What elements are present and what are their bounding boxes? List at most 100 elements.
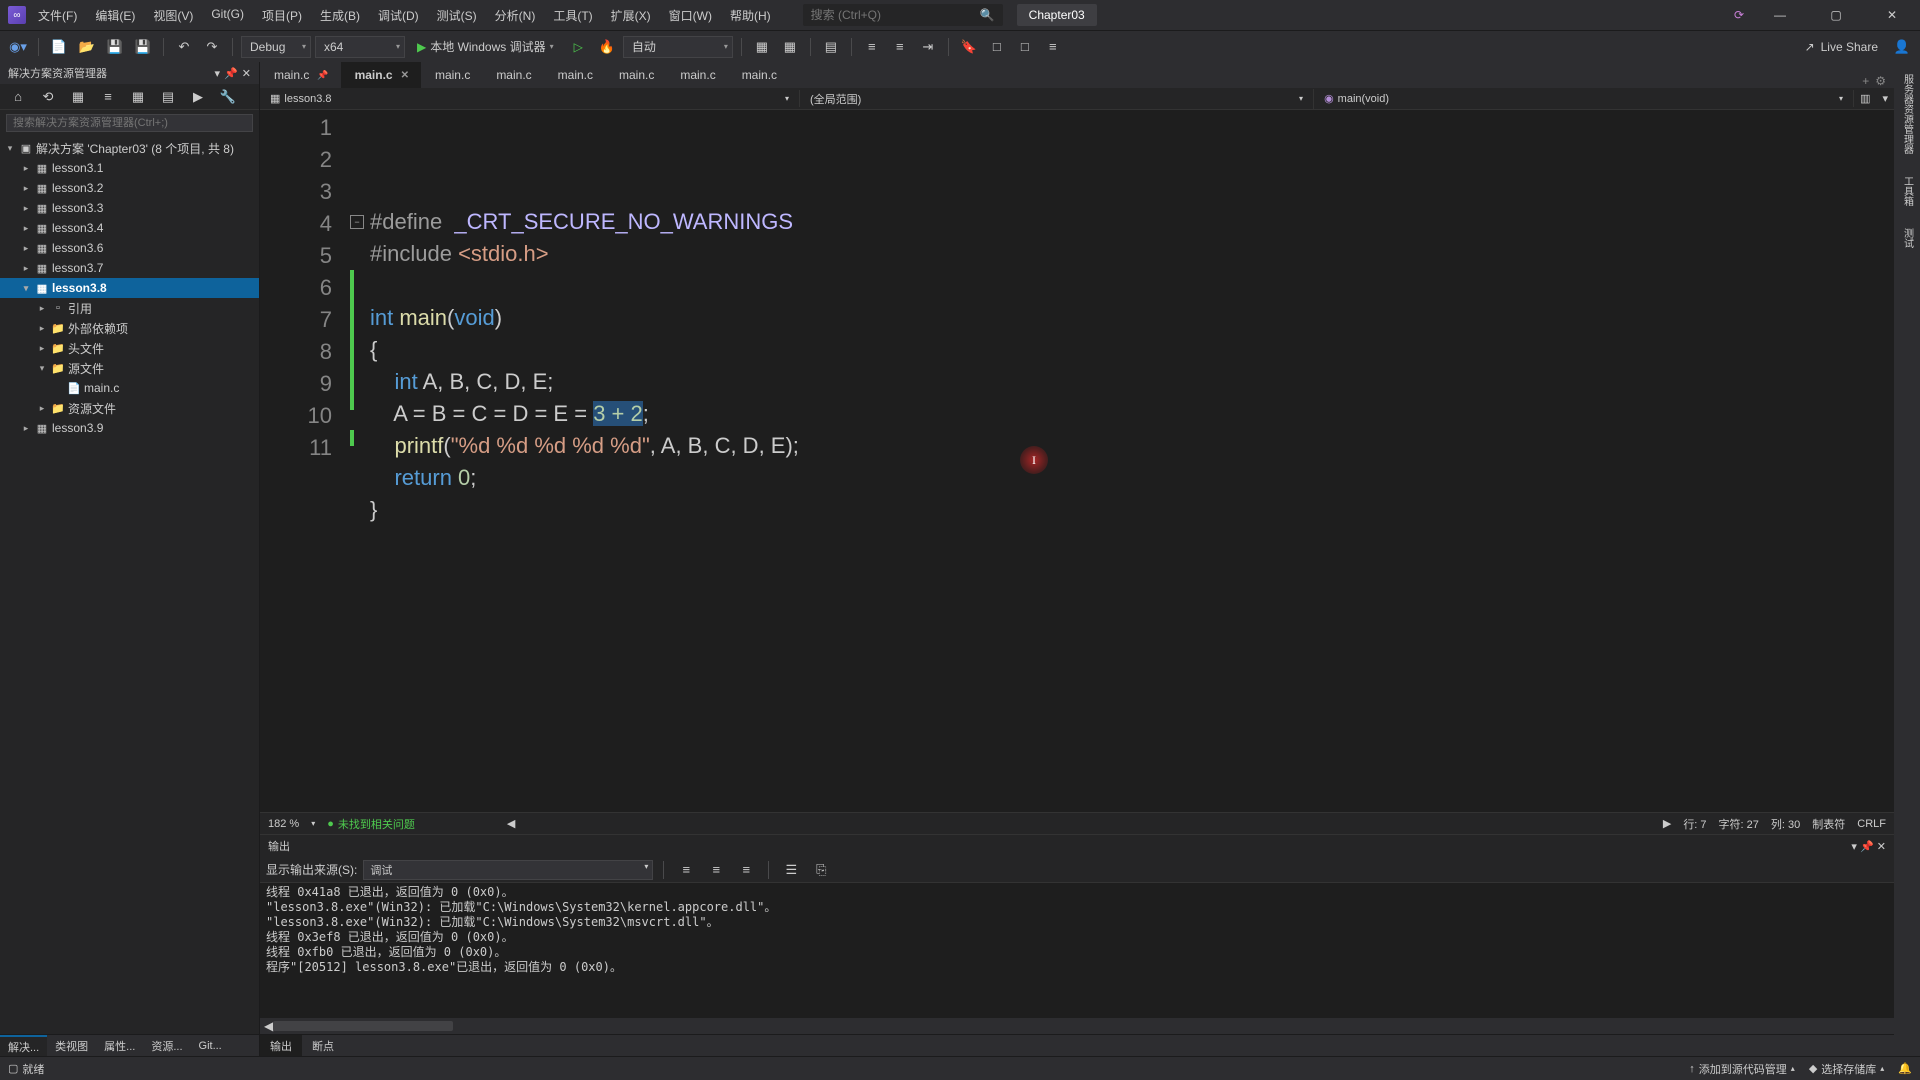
rail-button[interactable]: 服务器资源管理器: [1898, 70, 1917, 158]
auto-dropdown[interactable]: 自动: [623, 36, 733, 58]
editor-tab[interactable]: main.c: [666, 62, 727, 88]
project-node-active[interactable]: ▾▦lesson3.8: [0, 278, 259, 298]
home-icon[interactable]: ⌂: [6, 85, 30, 109]
tb-se-4[interactable]: ▤: [156, 85, 180, 109]
expand-icon[interactable]: ▸: [20, 223, 32, 234]
project-folder[interactable]: ▸📁头文件: [0, 338, 259, 358]
expand-icon[interactable]: ▸: [36, 303, 48, 314]
code-editor[interactable]: 1234567891011 − #define _CRT_SECURE_NO_W…: [260, 110, 1894, 812]
zoom-chevron-icon[interactable]: ▾: [311, 819, 315, 828]
bottom-tab[interactable]: 断点: [302, 1035, 344, 1056]
expand-icon[interactable]: ▾: [4, 143, 16, 154]
scroll-left-icon[interactable]: ◀: [264, 1019, 273, 1033]
scroll-right-icon[interactable]: ▶: [1663, 817, 1671, 830]
back-icon[interactable]: ◉▾: [6, 35, 30, 59]
new-file-icon[interactable]: 📄: [47, 35, 71, 59]
code-line[interactable]: [370, 270, 799, 302]
minimize-button[interactable]: —: [1760, 1, 1800, 29]
project-node[interactable]: ▸▦lesson3.1: [0, 158, 259, 178]
sidebar-tab[interactable]: Git...: [191, 1035, 230, 1056]
tb-se-3[interactable]: ▦: [126, 85, 150, 109]
tb-icon-5[interactable]: □: [1013, 35, 1037, 59]
project-folder[interactable]: ▸📁资源文件: [0, 398, 259, 418]
editor-tab[interactable]: main.c✕: [341, 62, 421, 88]
hot-reload-icon[interactable]: 🔥: [595, 35, 619, 59]
menu-item[interactable]: 窗口(W): [661, 3, 720, 28]
zoom-level[interactable]: 182 %: [268, 818, 299, 830]
wrench-icon[interactable]: 🔧: [216, 85, 240, 109]
bottom-tab[interactable]: 输出: [260, 1035, 302, 1056]
tab-menu-icon[interactable]: ⚙: [1875, 74, 1886, 88]
expand-icon[interactable]: ▸: [36, 403, 48, 414]
tab-add-icon[interactable]: +: [1862, 74, 1869, 88]
out-close-icon[interactable]: ✕: [1877, 841, 1886, 853]
editor-tab[interactable]: main.c: [482, 62, 543, 88]
tb-se-5[interactable]: ▶: [186, 85, 210, 109]
uncomment-icon[interactable]: ≡: [888, 35, 912, 59]
code-line[interactable]: }: [370, 494, 799, 526]
expand-icon[interactable]: ▸: [20, 263, 32, 274]
redo-icon[interactable]: ↷: [200, 35, 224, 59]
code-line[interactable]: [370, 526, 799, 558]
start-without-debug-button[interactable]: ▷: [566, 35, 591, 59]
menu-item[interactable]: 生成(B): [312, 3, 368, 28]
project-node[interactable]: ▸▦lesson3.3: [0, 198, 259, 218]
solution-search-input[interactable]: [6, 114, 253, 132]
out-menu-icon[interactable]: ▾: [1851, 841, 1857, 853]
close-button[interactable]: ✕: [1872, 1, 1912, 29]
sidebar-tab[interactable]: 类视图: [47, 1035, 96, 1056]
out-wrap-icon[interactable]: ≡: [734, 858, 758, 882]
rail-button[interactable]: 测试: [1898, 224, 1917, 252]
rail-button[interactable]: 工具箱: [1898, 172, 1917, 210]
live-share-button[interactable]: ↗ Live Share: [1797, 40, 1886, 54]
code-line[interactable]: int A, B, C, D, E;: [370, 366, 799, 398]
open-icon[interactable]: 📂: [75, 35, 99, 59]
search-input[interactable]: [811, 8, 974, 22]
start-debug-button[interactable]: ▶ 本地 Windows 调试器 ▾: [409, 35, 562, 59]
project-badge[interactable]: Chapter03: [1017, 4, 1097, 26]
output-hscroll[interactable]: ◀: [260, 1018, 1894, 1034]
scope-context[interactable]: (全局范围) ▾: [800, 89, 1314, 109]
expand-icon[interactable]: ▸: [36, 323, 48, 334]
expand-icon[interactable]: ▸: [20, 203, 32, 214]
tab-mode[interactable]: 制表符: [1812, 816, 1845, 832]
out-clear-icon[interactable]: ≡: [704, 858, 728, 882]
notifications-icon[interactable]: 🔔: [1898, 1062, 1912, 1075]
project-node[interactable]: ▸▦lesson3.4: [0, 218, 259, 238]
code-line[interactable]: return 0;: [370, 462, 799, 494]
code-line[interactable]: printf("%d %d %d %d %d", A, B, C, D, E);: [370, 430, 799, 462]
platform-dropdown[interactable]: x64: [315, 36, 405, 58]
scroll-left-icon[interactable]: ◀: [507, 817, 515, 830]
out-opt-icon[interactable]: ☰: [779, 858, 803, 882]
menu-item[interactable]: 项目(P): [254, 3, 310, 28]
menu-item[interactable]: 扩展(X): [603, 3, 659, 28]
menu-item[interactable]: 编辑(E): [87, 3, 143, 28]
out-opt2-icon[interactable]: ⎘: [809, 858, 833, 882]
bookmark-icon[interactable]: 🔖: [957, 35, 981, 59]
project-node[interactable]: ▸▦lesson3.9: [0, 418, 259, 438]
editor-tab[interactable]: main.c: [728, 62, 789, 88]
save-icon[interactable]: 💾: [103, 35, 127, 59]
config-dropdown[interactable]: Debug: [241, 36, 311, 58]
line-ending[interactable]: CRLF: [1857, 818, 1886, 830]
project-node[interactable]: ▸▦lesson3.7: [0, 258, 259, 278]
project-node[interactable]: ▸▦lesson3.6: [0, 238, 259, 258]
tb-icon-3[interactable]: ▤: [819, 35, 843, 59]
save-all-icon[interactable]: 💾: [131, 35, 155, 59]
expand-icon[interactable]: ▸: [20, 423, 32, 434]
expand-icon[interactable]: ▸: [20, 183, 32, 194]
menu-item[interactable]: Git(G): [203, 3, 252, 28]
menu-item[interactable]: 分析(N): [487, 3, 544, 28]
expand-icon[interactable]: ▾: [36, 363, 48, 374]
split-icon[interactable]: ▥: [1854, 92, 1876, 105]
close-panel-icon[interactable]: ✕: [242, 67, 251, 80]
out-find-icon[interactable]: ≡: [674, 858, 698, 882]
expand-icon[interactable]: ▾: [1876, 92, 1894, 105]
tb-icon-4[interactable]: □: [985, 35, 1009, 59]
menu-item[interactable]: 帮助(H): [722, 3, 779, 28]
editor-tab[interactable]: main.c📌: [260, 62, 341, 88]
expand-icon[interactable]: ▸: [20, 243, 32, 254]
fold-icon[interactable]: −: [350, 215, 364, 229]
auto-hide-icon[interactable]: 📌: [224, 67, 238, 80]
output-source-dropdown[interactable]: 调试 ▾: [363, 860, 653, 880]
